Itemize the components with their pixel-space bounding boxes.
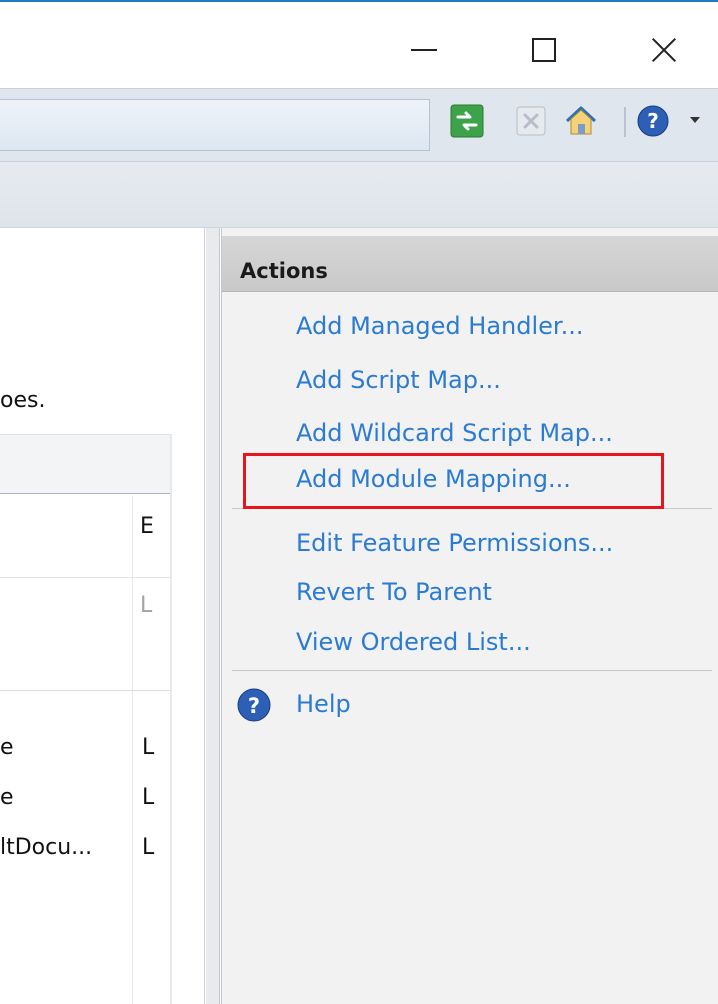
action-edit-feature-permissions[interactable]: Edit Feature Permissions...	[296, 529, 613, 557]
actions-pane: Actions Add Managed Handler... Add Scrip…	[221, 228, 718, 1004]
home-icon[interactable]	[564, 104, 598, 138]
help-icon[interactable]: ?	[236, 687, 272, 723]
svg-text:?: ?	[647, 109, 659, 133]
table-row-name[interactable]: e	[0, 785, 14, 810]
maximize-icon	[532, 38, 556, 62]
action-add-script-map[interactable]: Add Script Map...	[296, 366, 501, 394]
actions-header: Actions	[222, 236, 718, 292]
action-revert-to-parent[interactable]: Revert To Parent	[296, 578, 492, 606]
action-add-managed-handler[interactable]: Add Managed Handler...	[296, 312, 583, 340]
secondary-toolbar	[0, 162, 718, 228]
help-icon[interactable]: ?	[636, 104, 670, 138]
stop-icon[interactable]	[514, 104, 548, 138]
actions-title: Actions	[240, 259, 328, 283]
description-text: oes.	[0, 388, 46, 413]
table-row-type: L	[142, 785, 155, 810]
list-toolbar	[0, 434, 172, 494]
list-border	[170, 434, 172, 1004]
table-row-name[interactable]: ltDocu...	[0, 835, 92, 860]
title-bar	[0, 0, 718, 88]
action-add-wildcard-script-map[interactable]: Add Wildcard Script Map...	[296, 419, 613, 447]
maximize-button[interactable]	[520, 26, 568, 74]
dropdown-caret-icon[interactable]	[690, 117, 700, 123]
column-divider	[132, 496, 133, 1004]
close-icon	[651, 37, 677, 63]
column-header-entry-type[interactable]: E	[140, 514, 154, 539]
address-bar[interactable]	[0, 99, 430, 151]
group-divider	[0, 690, 172, 691]
pane-splitter[interactable]	[206, 228, 220, 1004]
table-row-type: L	[142, 735, 155, 760]
close-button[interactable]	[640, 26, 688, 74]
table-row-name[interactable]: e	[0, 735, 14, 760]
actions-divider	[232, 670, 712, 671]
minimize-icon	[411, 49, 437, 51]
table-row-type: L	[142, 835, 155, 860]
svg-text:?: ?	[248, 694, 260, 718]
highlight-box	[243, 453, 664, 509]
group-row-text: L	[140, 593, 153, 618]
action-help[interactable]: Help	[296, 690, 351, 718]
go-icon[interactable]	[450, 104, 484, 138]
address-toolbar: ?	[0, 88, 718, 162]
content-pane	[0, 228, 205, 1004]
minimize-button[interactable]	[400, 26, 448, 74]
action-view-ordered-list[interactable]: View Ordered List...	[296, 628, 531, 656]
toolbar-separator	[624, 107, 626, 137]
